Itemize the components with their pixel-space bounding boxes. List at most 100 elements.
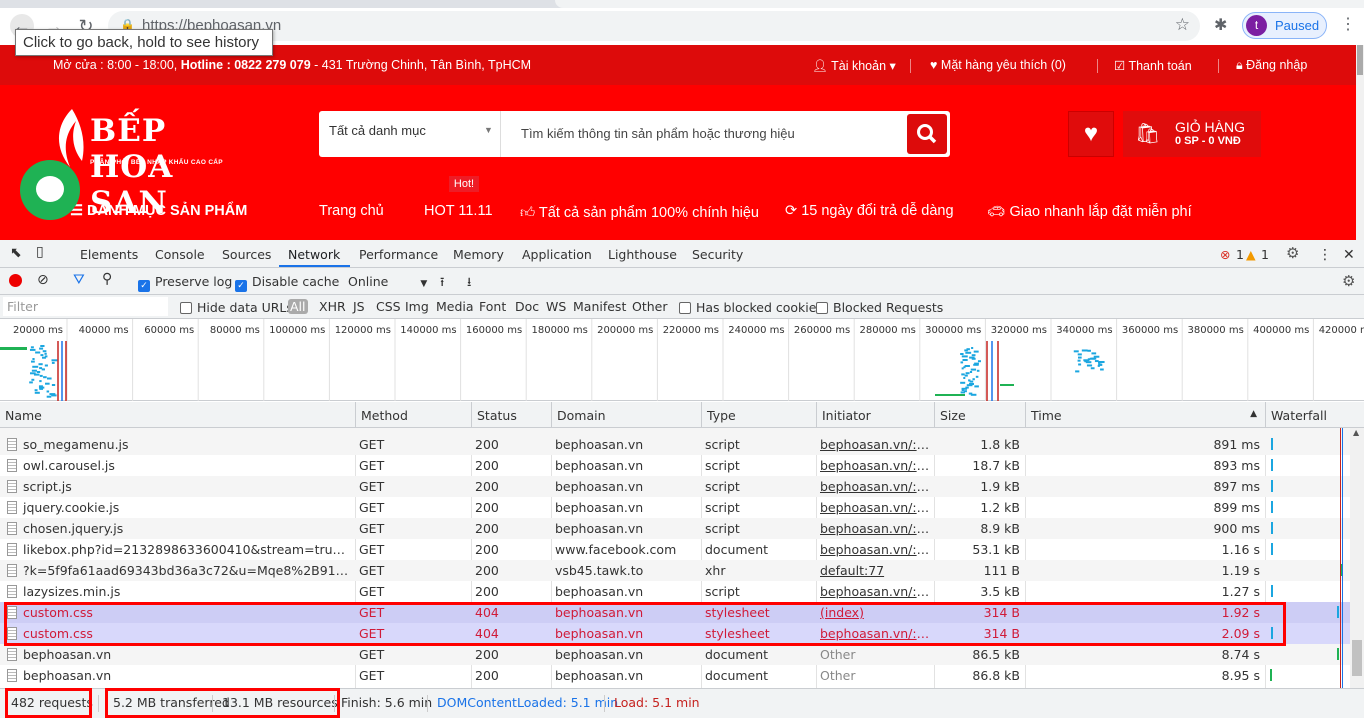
bookmark-star-icon[interactable]: ☆	[1175, 15, 1190, 35]
import-har-icon[interactable]: ⭱	[440, 273, 444, 294]
login-link[interactable]: 🔒︎ Đăng nhập	[1236, 58, 1307, 73]
wishlist-button[interactable]: ♥	[1068, 111, 1114, 157]
checkbox[interactable]: ✓	[235, 280, 247, 292]
checkout-link[interactable]: ☑ Thanh toán	[1114, 58, 1192, 73]
filter-input[interactable]: Filter	[3, 297, 168, 316]
cell-initiator[interactable]: bephoasan.vn/:97	[820, 584, 930, 599]
tab-application[interactable]: Application	[522, 247, 592, 262]
more-options-icon[interactable]: ⋮	[1318, 247, 1332, 263]
error-icon[interactable]: ⊗	[1220, 247, 1230, 262]
settings-gear-icon[interactable]: ⚙	[1286, 244, 1299, 262]
profile-button[interactable]: t Paused	[1242, 12, 1327, 39]
filter-type-xhr[interactable]: XHR	[319, 299, 346, 314]
nav-delivery[interactable]: 🚗︎ Giao nhanh lắp đặt miễn phí	[987, 203, 1192, 220]
tab-memory[interactable]: Memory	[453, 247, 504, 262]
filter-icon[interactable]: ⛛	[73, 272, 85, 288]
tab-network[interactable]: Network	[288, 247, 340, 262]
filter-type-ws[interactable]: WS	[546, 299, 566, 314]
table-row[interactable]: jquery.cookie.js GET 200 bephoasan.vn script…	[0, 497, 1350, 518]
nav-home[interactable]: Trang chủ	[319, 203, 384, 219]
preserve-log-checkbox[interactable]: ✓ Preserve log	[138, 274, 232, 292]
cell-initiator[interactable]: bephoasan.vn/:24...	[820, 542, 930, 557]
tab-security[interactable]: Security	[692, 247, 743, 262]
filter-type-all[interactable]: All	[288, 299, 308, 314]
column-size[interactable]: Size	[934, 402, 1025, 428]
cell-initiator[interactable]: default:77	[820, 563, 930, 578]
site-logo[interactable]: BẾP HOA SAN PHÂN PHỐI BẾP NHẬP KHẨU CAO …	[52, 107, 252, 221]
export-har-icon[interactable]: ⭳	[467, 273, 471, 294]
table-row[interactable]: so_megamenu.js GET 200 bephoasan.vn script be…	[0, 434, 1350, 455]
nav-genuine[interactable]: 👍︎ Tất cả sản phẩm 100% chính hiệu	[520, 203, 759, 221]
filter-type-media[interactable]: Media	[436, 299, 474, 314]
hide-data-urls-checkbox[interactable]: Hide data URLs	[180, 300, 293, 315]
nav-returns[interactable]: ⟳ 15 ngày đổi trả dễ dàng	[785, 203, 954, 219]
checkbox[interactable]	[679, 302, 691, 314]
scroll-thumb[interactable]	[1357, 45, 1363, 75]
table-row[interactable]: likebox.php?id=2132898633600410&stream=t…	[0, 539, 1350, 560]
tab-lighthouse[interactable]: Lighthouse	[608, 247, 677, 262]
throttle-select[interactable]: Online ▼	[348, 274, 427, 289]
cart-button[interactable]: 🛍︎ GIỎ HÀNG 0 SP - 0 VNĐ	[1123, 111, 1261, 157]
network-settings-gear-icon[interactable]: ⚙	[1342, 272, 1355, 290]
warning-icon[interactable]: ▲	[1246, 247, 1256, 262]
column-status[interactable]: Status	[471, 402, 551, 428]
checkbox[interactable]: ✓	[138, 280, 150, 292]
table-scrollbar[interactable]: ▲	[1350, 428, 1364, 688]
search-button[interactable]	[907, 114, 947, 154]
filter-type-font[interactable]: Font	[479, 299, 506, 314]
browser-menu-icon[interactable]: ⋮	[1340, 14, 1356, 34]
tab-elements[interactable]: Elements	[80, 247, 138, 262]
network-overview-timeline[interactable]: 20000 ms 40000 ms 60000 ms 80000 ms 100000 m…	[0, 319, 1364, 401]
cell-initiator[interactable]: bephoasan.vn/:103	[820, 458, 930, 473]
has-blocked-cookies-checkbox[interactable]: Has blocked cookies	[679, 300, 823, 315]
clear-icon[interactable]: ⊘	[37, 272, 49, 288]
search-input[interactable]: Tìm kiếm thông tin sản phẩm hoặc thương …	[521, 126, 795, 141]
filter-type-img[interactable]: Img	[405, 299, 429, 314]
cell-initiator[interactable]: bephoasan.vn/:86	[820, 626, 930, 641]
table-row[interactable]: bephoasan.vn GET 200 bephoasan.vn document Ot…	[0, 665, 1350, 686]
close-devtools-icon[interactable]: ✕	[1343, 247, 1355, 263]
cell-initiator[interactable]: (index)	[820, 605, 930, 620]
tab-console[interactable]: Console	[155, 247, 205, 262]
column-initiator[interactable]: Initiator	[816, 402, 934, 428]
table-row[interactable]: ?k=5f9fa61aad69343bd36a3c72&u=Mqe8%2B918…	[0, 560, 1350, 581]
scroll-thumb[interactable]	[1352, 640, 1362, 676]
table-row[interactable]: bephoasan.vn GET 200 bephoasan.vn document Ot…	[0, 644, 1350, 665]
column-waterfall[interactable]: Waterfall	[1265, 402, 1350, 428]
device-toolbar-icon[interactable]: ▯	[36, 244, 44, 260]
table-row[interactable]: custom.css GET 404 bephoasan.vn stylesheet (i…	[0, 602, 1350, 623]
cell-initiator[interactable]: bephoasan.vn/:111	[820, 437, 930, 452]
filter-type-manifest[interactable]: Manifest	[573, 299, 626, 314]
error-count[interactable]: 1	[1236, 247, 1244, 262]
cell-initiator[interactable]: bephoasan.vn/:112	[820, 521, 930, 536]
table-row[interactable]: chosen.jquery.js GET 200 bephoasan.vn script…	[0, 518, 1350, 539]
extensions-puzzle-icon[interactable]: ✱	[1214, 15, 1227, 35]
checkbox[interactable]	[816, 302, 828, 314]
checkbox[interactable]	[180, 302, 192, 314]
scroll-up-arrow-icon[interactable]: ▲	[1353, 428, 1359, 437]
filter-type-other[interactable]: Other	[632, 299, 668, 314]
disable-cache-checkbox[interactable]: ✓ Disable cache	[235, 274, 339, 292]
tab-performance[interactable]: Performance	[359, 247, 438, 262]
column-time[interactable]: Time ▲	[1025, 402, 1265, 428]
wishlist-link[interactable]: ♥ Mặt hàng yêu thích (0)	[930, 58, 1066, 72]
table-row[interactable]: script.js GET 200 bephoasan.vn script bephoas…	[0, 476, 1350, 497]
table-row[interactable]: custom.css GET 404 bephoasan.vn stylesheet be…	[0, 623, 1350, 644]
column-type[interactable]: Type	[701, 402, 816, 428]
record-icon[interactable]	[9, 274, 22, 287]
column-domain[interactable]: Domain	[551, 402, 701, 428]
active-tab[interactable]	[555, 0, 1364, 8]
column-name[interactable]: Name	[0, 402, 355, 428]
table-row[interactable]: lazysizes.min.js GET 200 bephoasan.vn script…	[0, 581, 1350, 602]
table-row[interactable]: owl.carousel.js GET 200 bephoasan.vn script b…	[0, 455, 1350, 476]
chat-widget-button[interactable]	[20, 160, 80, 220]
search-icon[interactable]: ⚲	[102, 271, 112, 287]
filter-type-doc[interactable]: Doc	[515, 299, 539, 314]
warning-count[interactable]: 1	[1261, 247, 1269, 262]
tab-sources[interactable]: Sources	[222, 247, 271, 262]
nav-hot[interactable]: HOT 11.11	[424, 203, 493, 219]
account-link[interactable]: 👤︎ Tài khoản ▾	[812, 58, 896, 74]
filter-type-js[interactable]: JS	[353, 299, 365, 314]
column-method[interactable]: Method	[355, 402, 471, 428]
cell-initiator[interactable]: bephoasan.vn/:110	[820, 500, 930, 515]
